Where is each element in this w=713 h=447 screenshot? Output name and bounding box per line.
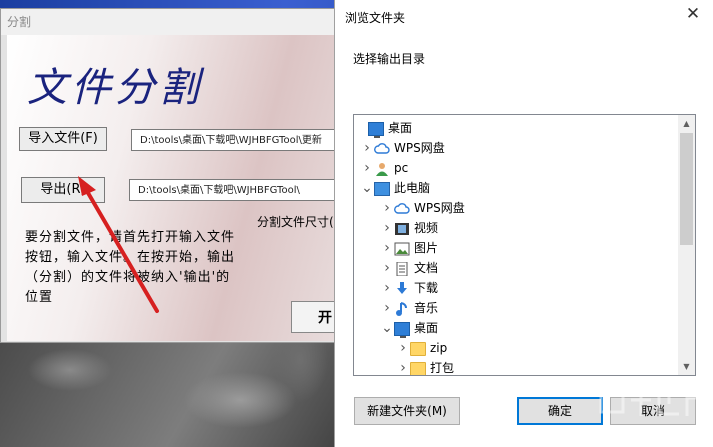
tree-item[interactable]: › WPS网盘 bbox=[360, 138, 445, 158]
app-body: 文件分割 导入文件(F) D:\tools\桌面\下载吧\WJHBFGTool\… bbox=[7, 35, 335, 341]
tree-item-label: WPS网盘 bbox=[394, 141, 445, 155]
tree-item[interactable]: ⌄ 桌面 bbox=[380, 318, 438, 338]
tree-item-label: 桌面 bbox=[414, 321, 439, 335]
tree-item-label: 视频 bbox=[414, 221, 439, 235]
folder-tree[interactable]: 桌面 › WPS网盘 › pc ⌄ 此电脑 › WPS网盘 › 视频 › 图片 › 文档 › 下载 › 音乐 ⌄ 桌面 ›… bbox=[353, 114, 696, 376]
split-size-label: 分割文件尺寸( bbox=[257, 215, 334, 229]
tree-item-label: 文档 bbox=[414, 261, 439, 275]
chevron-right-icon[interactable]: › bbox=[380, 238, 394, 258]
chevron-right-icon[interactable]: › bbox=[360, 158, 374, 178]
ok-button[interactable]: 确定 bbox=[517, 397, 603, 425]
video-icon bbox=[394, 222, 410, 236]
tree-item[interactable]: ⌄ 此电脑 bbox=[360, 178, 430, 198]
import-file-button[interactable]: 导入文件(F) bbox=[19, 127, 107, 151]
tree-item-label: WPS网盘 bbox=[414, 201, 465, 215]
user-icon bbox=[374, 162, 390, 176]
chevron-right-icon[interactable]: › bbox=[380, 198, 394, 218]
document-icon bbox=[394, 261, 410, 276]
tree-item[interactable]: › pc bbox=[360, 158, 408, 178]
tree-item-label: 打包 bbox=[430, 361, 455, 375]
picture-icon bbox=[394, 242, 410, 256]
tree-item[interactable]: › 文档 bbox=[380, 258, 438, 278]
tree-item[interactable]: › 音乐 bbox=[380, 298, 438, 318]
tree-item-label: 音乐 bbox=[414, 301, 439, 315]
tree-item[interactable]: › zip bbox=[396, 338, 447, 358]
dialog-prompt: 选择输出目录 bbox=[353, 52, 426, 66]
tree-item-label: 桌面 bbox=[388, 121, 413, 135]
tree-item[interactable]: › 打包 bbox=[396, 358, 455, 375]
tree-item[interactable]: › 视频 bbox=[380, 218, 438, 238]
chevron-right-icon[interactable]: › bbox=[380, 258, 394, 278]
close-icon[interactable]: ✕ bbox=[683, 4, 703, 24]
chevron-down-icon[interactable]: ⌄ bbox=[380, 318, 394, 338]
split-app-window: 分割 文件分割 导入文件(F) D:\tools\桌面\下载吧\WJHBFGTo… bbox=[0, 8, 336, 343]
browse-folder-dialog: 浏览文件夹 ✕ 选择输出目录 桌面 › WPS网盘 › pc ⌄ 此电脑 › WPS网盘 › 视频 ›… bbox=[334, 0, 713, 447]
app-heading: 文件分割 bbox=[27, 65, 203, 111]
folder-icon bbox=[410, 341, 426, 356]
tree-item-label: zip bbox=[430, 341, 448, 355]
cancel-button[interactable]: 取消 bbox=[610, 397, 696, 425]
cloud-icon bbox=[374, 142, 390, 156]
cloud-icon bbox=[394, 202, 410, 216]
tree-item[interactable]: › WPS网盘 bbox=[380, 198, 465, 218]
download-icon bbox=[394, 281, 410, 296]
tree-item-label: 图片 bbox=[414, 241, 439, 255]
tree-item-label: pc bbox=[394, 161, 409, 175]
scroll-thumb[interactable] bbox=[680, 133, 693, 245]
tree-item[interactable]: 桌面 bbox=[354, 118, 412, 138]
tree-item-label: 此电脑 bbox=[394, 181, 431, 195]
export-button[interactable]: 导出(R) bbox=[21, 177, 105, 203]
tree-item-label: 下载 bbox=[414, 281, 439, 295]
monitor-icon bbox=[374, 181, 390, 196]
tree-item[interactable]: › 图片 bbox=[380, 238, 438, 258]
instruction-text: 要分割文件，请首先打开输入文件按钮，输入文件。在按开始，输出（分割）的文件将被纳… bbox=[25, 230, 236, 305]
chevron-right-icon[interactable]: › bbox=[396, 358, 410, 375]
tree-item[interactable]: › 下载 bbox=[380, 278, 438, 298]
scroll-down-icon[interactable]: ▼ bbox=[678, 358, 695, 375]
scroll-up-icon[interactable]: ▲ bbox=[678, 115, 695, 132]
chevron-right-icon[interactable]: › bbox=[380, 218, 394, 238]
dialog-title: 浏览文件夹 bbox=[345, 11, 406, 25]
desktop-icon bbox=[394, 321, 410, 338]
music-icon bbox=[394, 301, 410, 316]
app-title: 分割 bbox=[1, 9, 335, 35]
chevron-right-icon[interactable]: › bbox=[360, 138, 374, 158]
chevron-right-icon[interactable]: › bbox=[380, 298, 394, 318]
new-folder-button[interactable]: 新建文件夹(M) bbox=[354, 397, 460, 425]
tree-scrollbar[interactable]: ▲ ▼ bbox=[678, 115, 695, 375]
chevron-right-icon[interactable]: › bbox=[380, 278, 394, 298]
start-button[interactable]: 开 bbox=[291, 301, 335, 333]
import-path-field[interactable]: D:\tools\桌面\下载吧\WJHBFGTool\更新 bbox=[131, 129, 335, 151]
desktop-icon bbox=[368, 121, 384, 138]
chevron-right-icon[interactable]: › bbox=[396, 338, 410, 358]
export-path-field[interactable]: D:\tools\桌面\下载吧\WJHBFGTool\ bbox=[129, 179, 335, 201]
folder-icon bbox=[410, 361, 426, 375]
chevron-down-icon[interactable]: ⌄ bbox=[360, 178, 374, 198]
